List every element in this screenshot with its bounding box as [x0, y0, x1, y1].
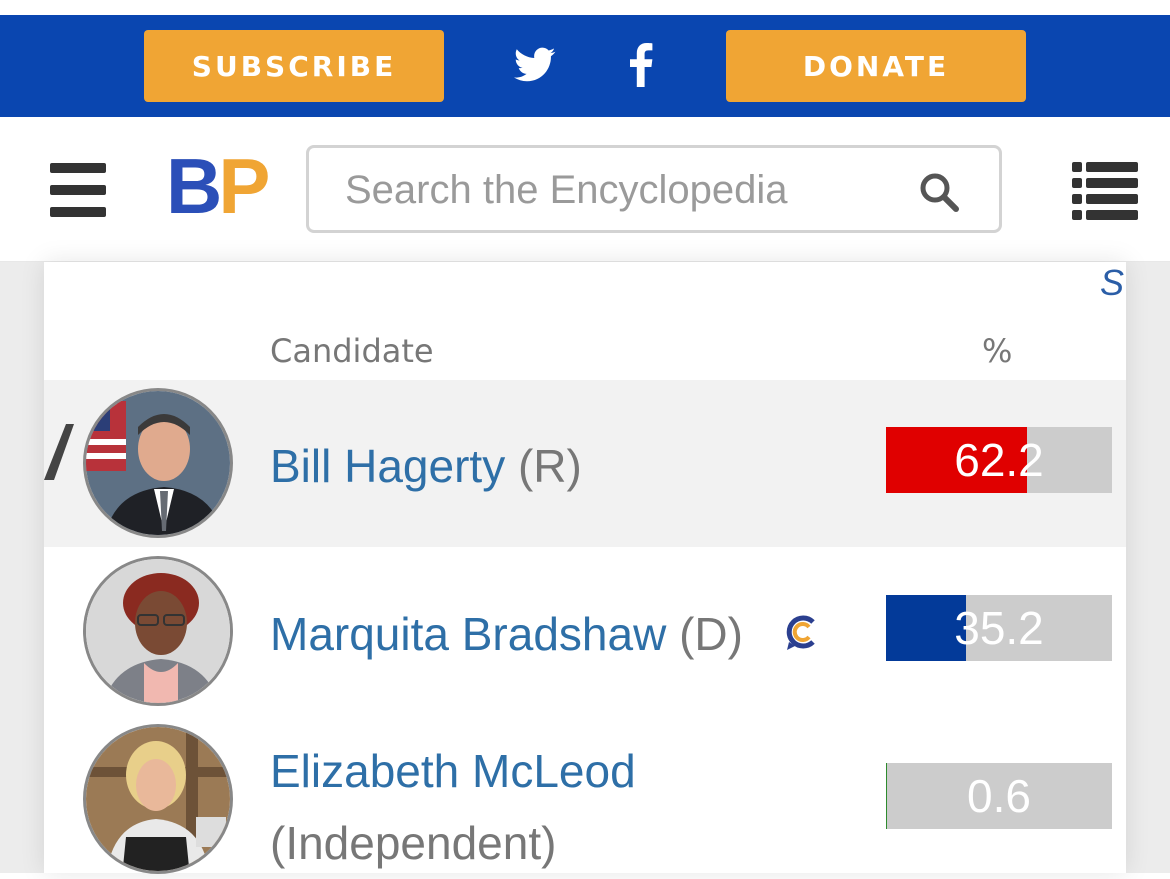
search-icon[interactable]	[917, 170, 961, 214]
search-box	[306, 145, 1002, 233]
hamburger-menu-icon[interactable]	[50, 163, 106, 217]
candidate-name-link[interactable]: Marquita Bradshaw (D)	[270, 601, 743, 668]
candidate-avatar[interactable]	[83, 556, 233, 706]
navigation-bar: BP	[0, 117, 1170, 262]
vote-percent-bar: 35.2	[886, 595, 1112, 661]
ballotpedia-logo[interactable]: BP	[166, 147, 270, 225]
vote-percent-bar: 0.6	[886, 763, 1112, 829]
vote-percent-bar: 62.2	[886, 427, 1112, 493]
list-icon[interactable]	[1072, 162, 1138, 222]
candidate-avatar[interactable]	[83, 724, 233, 874]
candidate-name: Bill Hagerty	[270, 440, 506, 492]
logo-letter-b: B	[166, 142, 222, 230]
corner-link[interactable]: S	[1100, 262, 1126, 302]
percent-column-header: %	[982, 332, 1013, 370]
candidate-name-link[interactable]: Bill Hagerty (R)	[270, 433, 582, 500]
top-bar: SUBSCRIBE DONATE	[0, 0, 1170, 117]
twitter-icon[interactable]	[510, 40, 560, 90]
candidate-name-link[interactable]: Elizabeth McLeod (Independent)	[270, 735, 830, 879]
candidate-name: Elizabeth McLeod	[270, 745, 636, 797]
winner-check-icon	[44, 420, 74, 480]
logo-letter-p: P	[218, 142, 270, 230]
candidate-avatar[interactable]	[83, 388, 233, 538]
candidate-party: (R)	[517, 440, 582, 492]
facebook-icon[interactable]	[616, 40, 666, 90]
vote-percent-value: 0.6	[967, 770, 1031, 822]
subscribe-button[interactable]: SUBSCRIBE	[144, 30, 444, 102]
candidate-name: Marquita Bradshaw	[270, 608, 667, 660]
crowdpac-icon[interactable]	[783, 612, 823, 652]
candidate-party: (Independent)	[270, 817, 557, 869]
candidate-column-header: Candidate	[270, 332, 434, 370]
vote-percent-value: 35.2	[954, 602, 1044, 654]
candidate-party: (D)	[679, 608, 743, 660]
search-input[interactable]	[345, 162, 905, 218]
donate-button[interactable]: DONATE	[726, 30, 1026, 102]
vote-percent-value: 62.2	[954, 434, 1044, 486]
